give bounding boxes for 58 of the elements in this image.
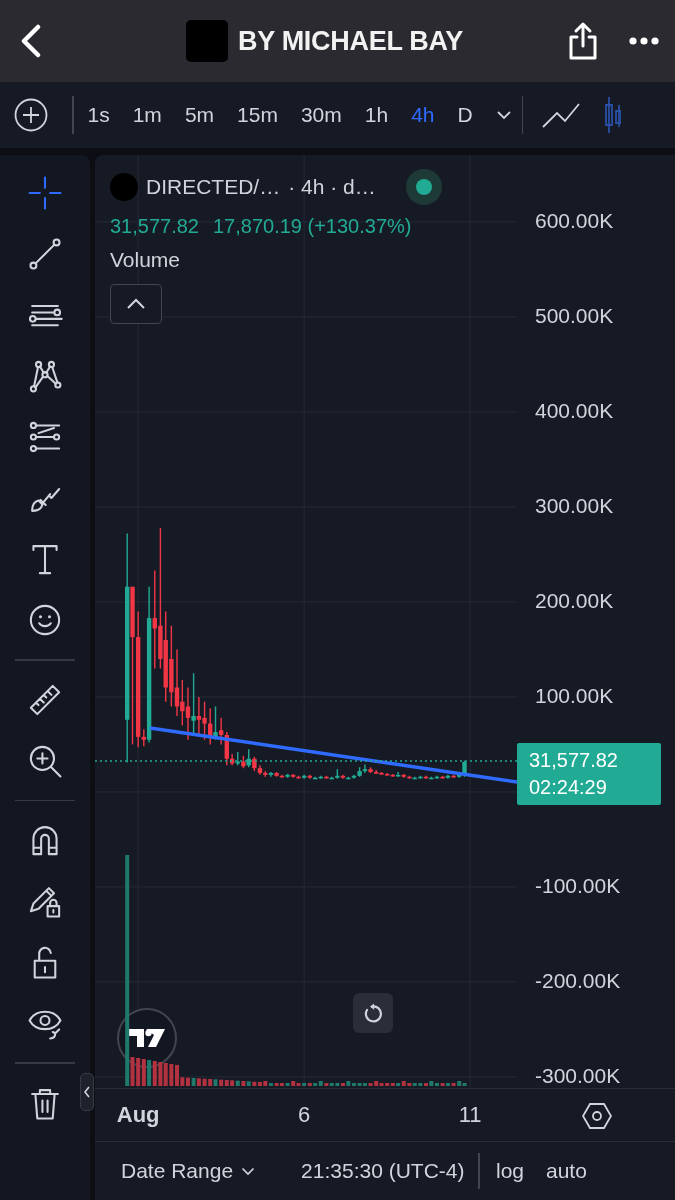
trend-tool-icon[interactable] — [27, 236, 63, 272]
interval-tab[interactable]: 4h — [411, 103, 435, 127]
price-tick: 600.00K — [535, 208, 614, 233]
interval-tab[interactable]: 15m — [237, 103, 278, 127]
trend-line[interactable] — [149, 726, 517, 784]
interval-tab[interactable]: 5m — [184, 103, 215, 127]
interval-tab[interactable]: 30m — [300, 103, 342, 127]
add-icon[interactable] — [14, 98, 48, 132]
sidebar-handle[interactable] — [80, 1073, 94, 1111]
date-range-button[interactable]: Date Range — [121, 1159, 256, 1183]
more-icon[interactable] — [629, 37, 659, 45]
candlestick — [141, 728, 147, 748]
symbol-name[interactable]: DIRECTED/… — [146, 175, 281, 199]
price-tick: 500.00K — [535, 303, 614, 328]
log-button[interactable]: log — [496, 1159, 524, 1183]
price-change: 17,870.19 (+130.37%) — [213, 215, 412, 238]
interval-tab[interactable]: 1h — [364, 103, 389, 127]
reset-icon — [362, 1002, 384, 1024]
symbol-logo — [110, 173, 138, 201]
back-icon[interactable] — [20, 24, 42, 58]
chevron-up-icon — [126, 298, 146, 310]
reset-button[interactable] — [353, 993, 393, 1033]
collapse-button[interactable] — [110, 284, 162, 324]
channel-title: BY MICHAEL BAY — [238, 25, 463, 57]
caret-icon[interactable] — [495, 110, 512, 120]
channel-logo — [186, 20, 229, 62]
live-indicator — [405, 169, 442, 205]
price-tick: -200.00K — [535, 968, 621, 993]
candlestick — [213, 705, 218, 741]
time-tick: Aug — [116, 1102, 160, 1128]
line-chart-icon[interactable] — [541, 101, 582, 129]
pattern-tool-icon[interactable] — [27, 358, 63, 394]
price-tick: -100.00K — [535, 873, 621, 898]
indicator-name: Volume — [110, 248, 182, 272]
candlestick — [218, 717, 224, 746]
interval-tab[interactable]: D — [457, 103, 473, 127]
last-price: 31,577.82 — [110, 215, 199, 238]
settings-icon[interactable] — [582, 1101, 612, 1131]
fib-tool-icon[interactable] — [27, 419, 63, 455]
price-tick: 100.00K — [535, 683, 614, 708]
price-tick: 400.00K — [535, 398, 614, 423]
smiley-tool-icon[interactable] — [27, 602, 63, 638]
price-tick: -300.00K — [535, 1063, 621, 1088]
symbol-interval: · 4h · d… — [288, 175, 376, 199]
price-tick: 300.00K — [535, 493, 614, 518]
share-icon[interactable] — [567, 21, 599, 61]
crosshair-tool-icon[interactable] — [27, 175, 63, 211]
time-tick: 6 — [298, 1102, 311, 1128]
price-tag: 31,577.82 02:24:29 — [517, 743, 661, 805]
candlestick — [191, 672, 196, 736]
interval-tab[interactable]: 1m — [132, 103, 162, 127]
clock-time: 21:35:30 (UTC-4) — [301, 1159, 465, 1183]
caret-icon — [241, 1166, 256, 1176]
interval-tab[interactable]: 1s — [87, 103, 110, 127]
candlestick — [362, 763, 368, 774]
price-tick: 200.00K — [535, 588, 614, 613]
time-tick: 11 — [458, 1102, 482, 1128]
auto-button[interactable]: auto — [546, 1159, 587, 1183]
